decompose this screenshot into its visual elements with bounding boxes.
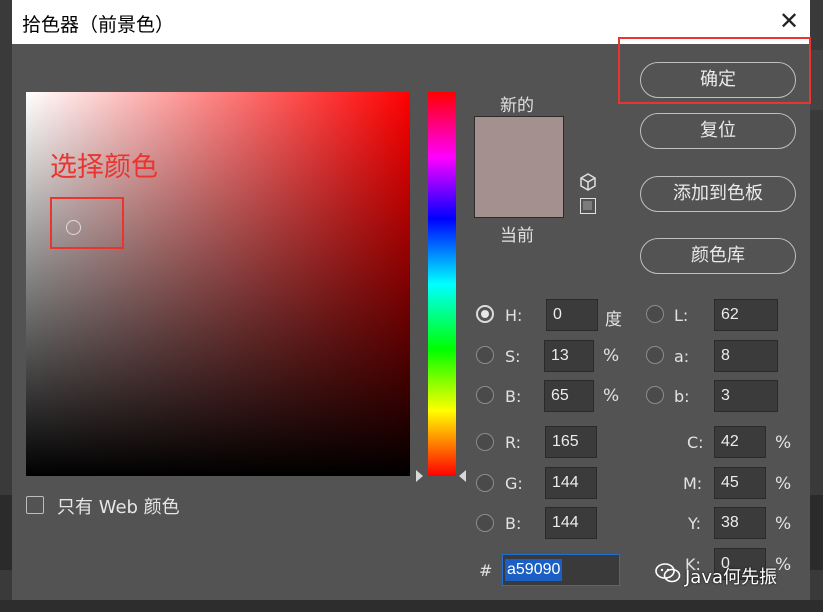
new-color-label: 新的 <box>500 96 534 116</box>
black-unit: % <box>775 555 792 575</box>
hue-field[interactable]: 0 <box>546 299 598 331</box>
hex-label: # <box>479 561 493 580</box>
background-panel-right <box>810 495 823 570</box>
magenta-label: M: <box>683 474 703 493</box>
background-panel-left <box>0 495 12 570</box>
add-to-swatches-button[interactable]: 添加到色板 <box>640 176 796 212</box>
blue-radio[interactable] <box>476 514 494 532</box>
lab-b-radio[interactable] <box>646 386 664 404</box>
current-color-label: 当前 <box>500 226 534 246</box>
hue-slider[interactable] <box>428 92 456 476</box>
magenta-unit: % <box>775 474 792 494</box>
saturation-label: S: <box>505 347 521 366</box>
web-safe-icon[interactable] <box>580 198 596 214</box>
brightness-label: B: <box>505 387 522 406</box>
saturation-radio[interactable] <box>476 346 494 364</box>
red-field[interactable]: 165 <box>545 426 597 458</box>
red-label: R: <box>505 433 522 452</box>
yellow-label: Y: <box>688 514 702 533</box>
brightness-radio[interactable] <box>476 386 494 404</box>
green-label: G: <box>505 474 523 493</box>
watermark-text: Java何先振 <box>685 567 778 588</box>
lab-a-label: a: <box>674 347 690 366</box>
hue-radio[interactable] <box>476 305 494 323</box>
ok-button-highlight <box>618 37 811 104</box>
cyan-label: C: <box>687 433 704 452</box>
annotation-label: 选择颜色 <box>50 152 158 183</box>
wechat-icon <box>655 563 681 583</box>
magenta-field[interactable]: 45 <box>714 467 766 499</box>
saturation-unit: % <box>603 346 620 366</box>
red-radio[interactable] <box>476 433 494 451</box>
cyan-field[interactable]: 42 <box>714 426 766 458</box>
color-picker-dialog: 拾色器（前景色） ✕ 选择颜色 只有 Web 颜色 新的 当前 确定 复位 添加… <box>12 0 811 600</box>
green-radio[interactable] <box>476 474 494 492</box>
hue-unit: 度 <box>605 310 622 330</box>
green-field[interactable]: 144 <box>545 467 597 499</box>
lab-a-field[interactable]: 8 <box>714 340 778 372</box>
hex-value: a59090 <box>505 559 563 581</box>
color-preview-swatch <box>474 116 564 218</box>
dialog-title: 拾色器（前景色） <box>22 14 175 36</box>
blue-label: B: <box>505 514 522 533</box>
close-icon[interactable]: ✕ <box>774 6 804 36</box>
cube-icon[interactable] <box>578 172 598 192</box>
hex-field[interactable]: a59090 <box>502 554 620 586</box>
background-window-bottom <box>0 600 823 612</box>
background-panel-right-top <box>810 50 823 110</box>
hue-slider-right-handle[interactable] <box>459 470 466 482</box>
hue-slider-left-handle[interactable] <box>416 470 423 482</box>
reset-button[interactable]: 复位 <box>640 113 796 149</box>
cyan-unit: % <box>775 433 792 453</box>
web-only-label: 只有 Web 颜色 <box>57 497 180 518</box>
lab-l-field[interactable]: 62 <box>714 299 778 331</box>
lab-b-field[interactable]: 3 <box>714 380 778 412</box>
annotation-box <box>50 197 124 249</box>
saturation-field[interactable]: 13 <box>544 340 594 372</box>
lab-a-radio[interactable] <box>646 346 664 364</box>
lab-l-radio[interactable] <box>646 305 664 323</box>
brightness-unit: % <box>603 386 620 406</box>
blue-field[interactable]: 144 <box>545 507 597 539</box>
yellow-unit: % <box>775 514 792 534</box>
yellow-field[interactable]: 38 <box>714 507 766 539</box>
lab-l-label: L: <box>674 306 689 325</box>
color-libraries-button[interactable]: 颜色库 <box>640 238 796 274</box>
web-only-checkbox[interactable] <box>26 496 44 514</box>
brightness-field[interactable]: 65 <box>544 380 594 412</box>
hue-label: H: <box>505 306 523 325</box>
lab-b-label: b: <box>674 387 690 406</box>
